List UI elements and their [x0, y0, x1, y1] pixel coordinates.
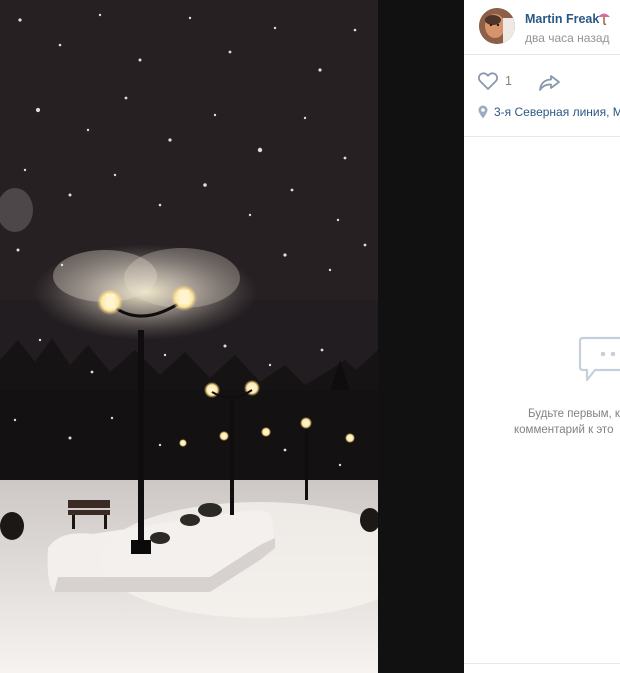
photo-viewer: Martin Freak два часа назад 1 3-я Северн… — [0, 0, 620, 673]
comments-icon — [577, 335, 620, 387]
divider — [464, 136, 620, 137]
like-count: 1 — [505, 74, 512, 88]
post-photo[interactable] — [0, 0, 378, 673]
avatar[interactable] — [479, 8, 515, 44]
comments-empty-state: Будьте первым, к комментарий к это — [464, 332, 620, 452]
post-actions: 1 — [464, 55, 620, 95]
empty-comments-line-2: комментарий к это — [514, 424, 614, 436]
heart-icon — [477, 71, 499, 91]
post-time: два часа назад — [525, 31, 610, 45]
share-button[interactable] — [538, 72, 562, 92]
location-pin-icon — [478, 105, 488, 119]
bottom-divider — [464, 663, 620, 664]
empty-comments-line-1: Будьте первым, к — [528, 408, 620, 420]
like-button[interactable]: 1 — [477, 71, 519, 93]
location-link[interactable]: 3-я Северная линия, М — [478, 104, 620, 122]
post-sidebar: Martin Freak два часа назад 1 3-я Северн… — [464, 0, 620, 673]
location-text: 3-я Северная линия, М — [494, 105, 620, 119]
share-icon — [539, 75, 560, 91]
author-name[interactable]: Martin Freak — [525, 12, 599, 26]
umbrella-icon — [596, 10, 612, 26]
post-header: Martin Freak два часа назад — [464, 0, 620, 55]
snowy-park-image — [0, 0, 378, 673]
